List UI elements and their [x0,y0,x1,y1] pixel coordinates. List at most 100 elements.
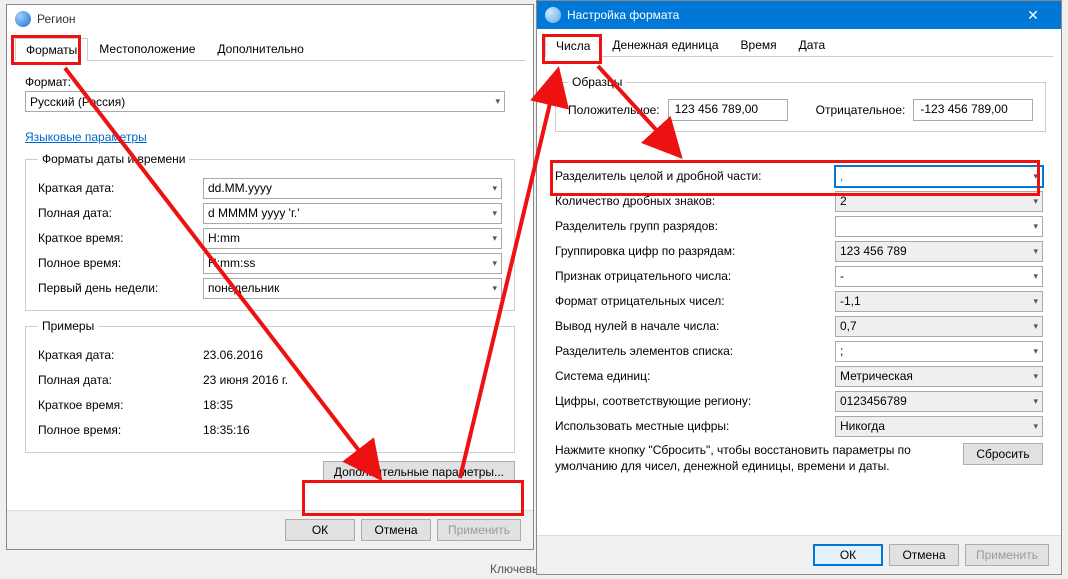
list-sep-label: Разделитель элементов списка: [555,344,835,358]
language-params-link[interactable]: Языковые параметры [25,130,147,144]
chevron-down-icon: ▾ [1033,421,1038,432]
ex-short-time-lbl: Краткое время: [38,398,203,412]
short-time-label: Краткое время: [38,231,203,245]
positive-label: Положительное: [568,103,660,117]
native-digits-label: Цифры, соответствующие региону: [555,394,835,408]
ex-long-time-lbl: Полное время: [38,423,203,437]
long-time-value: H:mm:ss [208,256,255,270]
ex-long-date-lbl: Полная дата: [38,373,203,387]
first-day-select[interactable]: понедельник▾ [203,278,502,299]
neg-format-value: -1,1 [840,294,861,308]
region-titlebar[interactable]: Регион [7,5,533,33]
ex-long-time-val: 18:35:16 [203,423,250,437]
ok-button[interactable]: ОК [813,544,883,566]
chevron-down-icon: ▾ [1033,396,1038,407]
chevron-down-icon: ▾ [492,233,497,244]
apply-button[interactable]: Применить [437,519,521,541]
ex-long-date-val: 23 июня 2016 г. [203,373,288,387]
chevron-down-icon: ▾ [492,258,497,269]
long-time-label: Полное время: [38,256,203,270]
use-native-value: Никогда [840,419,885,433]
chevron-down-icon: ▾ [1033,321,1038,332]
chevron-down-icon: ▾ [492,208,497,219]
list-sep-select[interactable]: ;▾ [835,341,1043,362]
native-digits-select[interactable]: 0123456789 ▾ [835,391,1043,412]
ok-button[interactable]: ОК [285,519,355,541]
reset-description: Нажмите кнопку "Сбросить", чтобы восстан… [555,443,951,474]
grouping-value: 123 456 789 [840,244,907,258]
format-dialog-buttons: ОК Отмена Применить [537,535,1061,574]
tab-formats[interactable]: Форматы [15,38,88,61]
chevron-down-icon: ▾ [1033,221,1038,232]
region-title: Регион [37,12,76,26]
chevron-down-icon: ▾ [492,283,497,294]
region-tabs: Форматы Местоположение Дополнительно [15,37,525,61]
decimal-sep-select[interactable]: ,▾ [835,166,1043,187]
format-select[interactable]: Русский (Россия) ▾ [25,91,505,112]
chevron-down-icon: ▾ [495,96,500,107]
leading-zero-label: Вывод нулей в начале числа: [555,319,835,333]
region-dialog: Регион Форматы Местоположение Дополнител… [6,4,534,550]
long-date-select[interactable]: d MMMM yyyy 'г.'▾ [203,203,502,224]
globe-icon [545,7,561,23]
tab-additional[interactable]: Дополнительно [206,37,314,60]
datetime-formats-legend: Форматы даты и времени [38,152,189,166]
neg-format-select[interactable]: -1,1 ▾ [835,291,1043,312]
decimal-sep-label: Разделитель целой и дробной части: [555,169,835,183]
use-native-select[interactable]: Никогда ▾ [835,416,1043,437]
chevron-down-icon: ▾ [1033,296,1038,307]
neg-sign-value: - [840,269,844,283]
close-icon[interactable]: ✕ [1013,7,1053,24]
apply-button[interactable]: Применить [965,544,1049,566]
datetime-formats-group: Форматы даты и времени Краткая дата:dd.M… [25,152,515,311]
tab-numbers[interactable]: Числа [545,34,601,57]
short-date-label: Краткая дата: [38,181,203,195]
use-native-label: Использовать местные цифры: [555,419,835,433]
system-label: Система единиц: [555,369,835,383]
cancel-button[interactable]: Отмена [889,544,959,566]
examples-legend: Примеры [38,319,98,333]
chevron-down-icon: ▾ [1033,271,1038,282]
ex-short-time-val: 18:35 [203,398,233,412]
globe-icon [15,11,31,27]
additional-params-button[interactable]: Дополнительные параметры... [323,461,515,483]
format-select-value: Русский (Россия) [30,95,125,109]
leading-zero-value: 0,7 [840,319,857,333]
format-label: Формат: [25,75,515,89]
decimal-count-label: Количество дробных знаков: [555,194,835,208]
system-select[interactable]: Метрическая ▾ [835,366,1043,387]
samples-legend: Образцы [568,75,626,89]
ex-short-date-lbl: Краткая дата: [38,348,203,362]
chevron-down-icon: ▾ [1033,346,1038,357]
cancel-button[interactable]: Отмена [361,519,431,541]
decimal-sep-value: , [840,169,843,183]
native-digits-value: 0123456789 [840,394,907,408]
tab-location[interactable]: Местоположение [88,37,206,60]
tab-currency[interactable]: Денежная единица [601,33,729,56]
format-titlebar[interactable]: Настройка формата ✕ [537,1,1061,29]
negative-label: Отрицательное: [816,103,906,117]
examples-group: Примеры Краткая дата:23.06.2016 Полная д… [25,319,515,453]
chevron-down-icon: ▾ [1033,171,1038,182]
format-title: Настройка формата [567,8,679,22]
group-sep-label: Разделитель групп разрядов: [555,219,835,233]
reset-button[interactable]: Сбросить [963,443,1043,465]
leading-zero-select[interactable]: 0,7 ▾ [835,316,1043,337]
short-date-value: dd.MM.yyyy [208,181,272,195]
group-sep-select[interactable]: ▾ [835,216,1043,237]
system-value: Метрическая [840,369,913,383]
short-date-select[interactable]: dd.MM.yyyy▾ [203,178,502,199]
neg-sign-select[interactable]: -▾ [835,266,1043,287]
short-time-select[interactable]: H:mm▾ [203,228,502,249]
long-time-select[interactable]: H:mm:ss ▾ [203,253,502,274]
tab-date[interactable]: Дата [788,33,837,56]
grouping-label: Группировка цифр по разрядам: [555,244,835,258]
chevron-down-icon: ▾ [1033,196,1038,207]
chevron-down-icon: ▾ [1033,246,1038,257]
ex-short-date-val: 23.06.2016 [203,348,263,362]
background-keywords-label: Ключевы [490,562,541,576]
decimal-count-select[interactable]: 2▾ [835,191,1043,212]
chevron-down-icon: ▾ [1033,371,1038,382]
grouping-select[interactable]: 123 456 789 ▾ [835,241,1043,262]
tab-time[interactable]: Время [730,33,788,56]
